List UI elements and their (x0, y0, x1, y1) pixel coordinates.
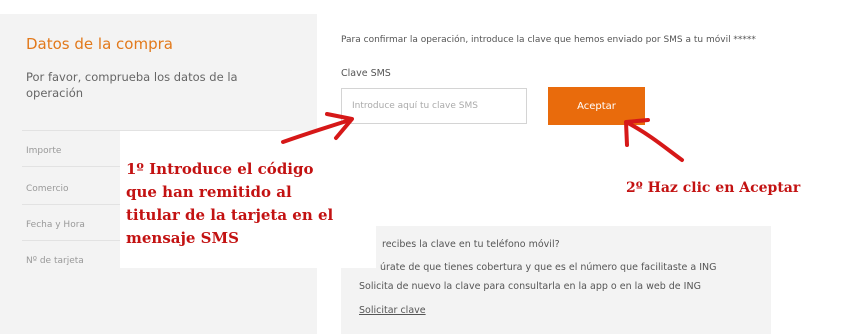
annotation-arrows (281, 112, 684, 162)
arrow-to-accept-icon (624, 118, 684, 162)
arrow-to-input-icon (281, 112, 354, 144)
